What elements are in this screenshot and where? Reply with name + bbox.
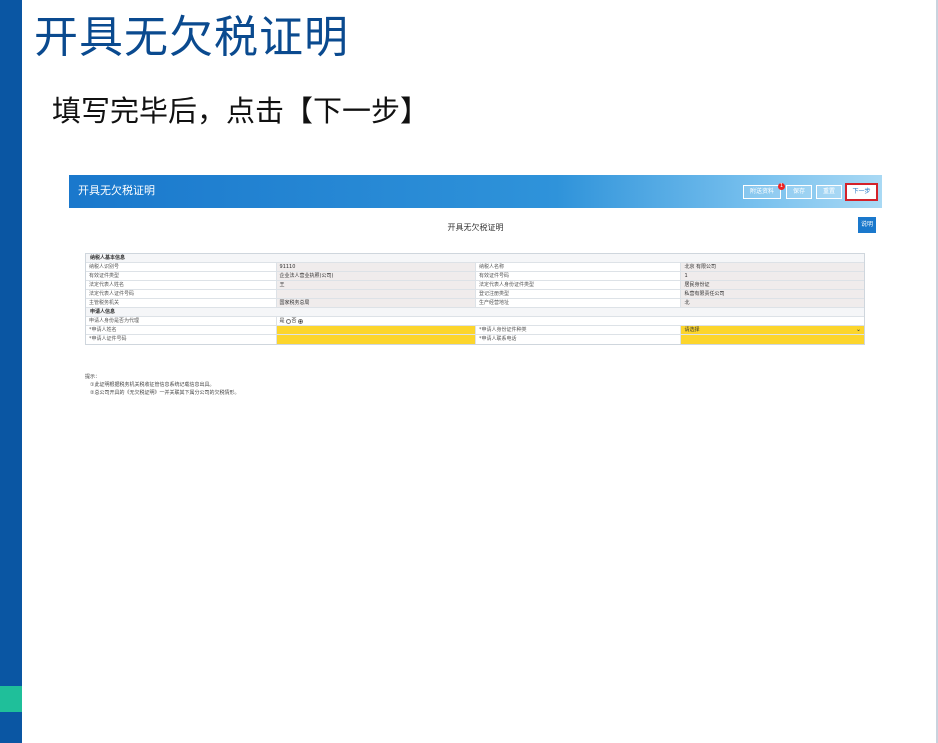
section-taxpayer-info: 纳税人基本信息 xyxy=(86,254,864,263)
table-row: 申请人身份是否为代理 是 否 xyxy=(86,317,864,326)
field-value: 居民身份证 xyxy=(680,281,864,289)
field-value: 国家税务总局 xyxy=(275,299,475,307)
form-title: 开具无欠税证明 xyxy=(447,223,504,232)
tips-block: 提示： ①此证明根据税务机关税收征管信息系统记载信息出具。 ②总公司开具的《无欠… xyxy=(85,373,240,397)
attachments-button[interactable]: 附送资料 xyxy=(743,185,781,199)
field-label: 有效证件类型 xyxy=(86,272,276,280)
field-label: 纳税人名称 xyxy=(475,263,681,271)
help-button[interactable]: 说明 xyxy=(858,217,876,233)
agent-question-label: 申请人身份是否为代理 xyxy=(86,317,276,325)
field-label: 纳税人识别号 xyxy=(86,263,276,271)
next-step-button[interactable]: 下一步 xyxy=(845,183,878,201)
slide-title: 开具无欠税证明 xyxy=(34,12,349,63)
field-value: 北京 有限公司 xyxy=(680,263,864,271)
field-label: 有效证件号码 xyxy=(475,272,681,280)
field-label: *申请人联系电话 xyxy=(475,335,681,344)
field-label: 生产经营地址 xyxy=(475,299,681,307)
field-label: *申请人证件号码 xyxy=(86,335,276,344)
tip-line: ②总公司开具的《无欠税证明》一并关联其下属分公司的欠税情形。 xyxy=(90,390,240,396)
field-value xyxy=(275,290,475,298)
slide-left-bar xyxy=(0,0,22,743)
table-row: *申请人姓名 *申请人身份证件种类 请选择 ⌄ xyxy=(86,326,864,335)
reset-button[interactable]: 重置 xyxy=(816,185,842,199)
table-row: 纳税人识别号 91110 纳税人名称 北京 有限公司 xyxy=(86,263,864,272)
field-value: 91110 xyxy=(275,263,475,271)
table-row: *申请人证件号码 *申请人联系电话 xyxy=(86,335,864,344)
table-row: 法定代表人证件号码 登记注册类型 私营有限责任公司 xyxy=(86,290,864,299)
field-value: 北 xyxy=(680,299,864,307)
agent-yes-label: 是 xyxy=(279,317,285,324)
slide-subtitle: 填写完毕后，点击【下一步】 xyxy=(52,94,430,128)
tips-heading: 提示： xyxy=(85,374,101,380)
field-value: 王 xyxy=(275,281,475,289)
field-label: *申请人姓名 xyxy=(86,326,276,334)
agent-yes-radio[interactable] xyxy=(285,318,291,324)
slide-left-accent xyxy=(0,686,22,712)
table-row: 法定代表人姓名 王 法定代表人身份证件类型 居民身份证 xyxy=(86,281,864,290)
table-row: 主管税务机关 国家税务总局 生产经营地址 北 xyxy=(86,299,864,308)
app-header: 开具无欠税证明 附送资料 1 保存 重置 下一步 xyxy=(69,175,882,208)
tip-line: ①此证明根据税务机关税收征管信息系统记载信息出具。 xyxy=(90,382,215,388)
app-header-title: 开具无欠税证明 xyxy=(78,184,155,197)
chevron-down-icon: ⌄ xyxy=(855,326,861,333)
id-type-select[interactable]: 请选择 ⌄ xyxy=(680,326,864,334)
section-applicant-info: 申请人信息 xyxy=(86,308,864,317)
applicant-name-input[interactable] xyxy=(275,326,475,334)
embedded-screenshot: 开具无欠税证明 附送资料 1 保存 重置 下一步 开具无欠税证明 说明 纳税人基… xyxy=(69,175,882,410)
field-label: *申请人身份证件种类 xyxy=(475,326,681,334)
field-label: 法定代表人身份证件类型 xyxy=(475,281,681,289)
field-label: 主管税务机关 xyxy=(86,299,276,307)
attachments-badge: 1 xyxy=(778,183,785,190)
field-label: 法定代表人证件号码 xyxy=(86,290,276,298)
field-value: 私营有限责任公司 xyxy=(680,290,864,298)
field-value: 1 xyxy=(680,272,864,280)
table-row: 有效证件类型 企业法人营业执照(公司) 有效证件号码 1 xyxy=(86,272,864,281)
form-table: 纳税人基本信息 纳税人识别号 91110 纳税人名称 北京 有限公司 有效证件类… xyxy=(85,253,865,345)
agent-radio-group: 是 否 xyxy=(275,317,864,325)
applicant-id-number-input[interactable] xyxy=(275,335,475,344)
applicant-phone-input[interactable] xyxy=(680,335,864,344)
id-type-select-value: 请选择 xyxy=(684,326,700,333)
field-label: 登记注册类型 xyxy=(475,290,681,298)
agent-no-label: 否 xyxy=(291,317,297,324)
field-value: 企业法人营业执照(公司) xyxy=(275,272,475,280)
agent-no-radio[interactable] xyxy=(297,318,303,324)
save-button[interactable]: 保存 xyxy=(786,185,812,199)
field-label: 法定代表人姓名 xyxy=(86,281,276,289)
